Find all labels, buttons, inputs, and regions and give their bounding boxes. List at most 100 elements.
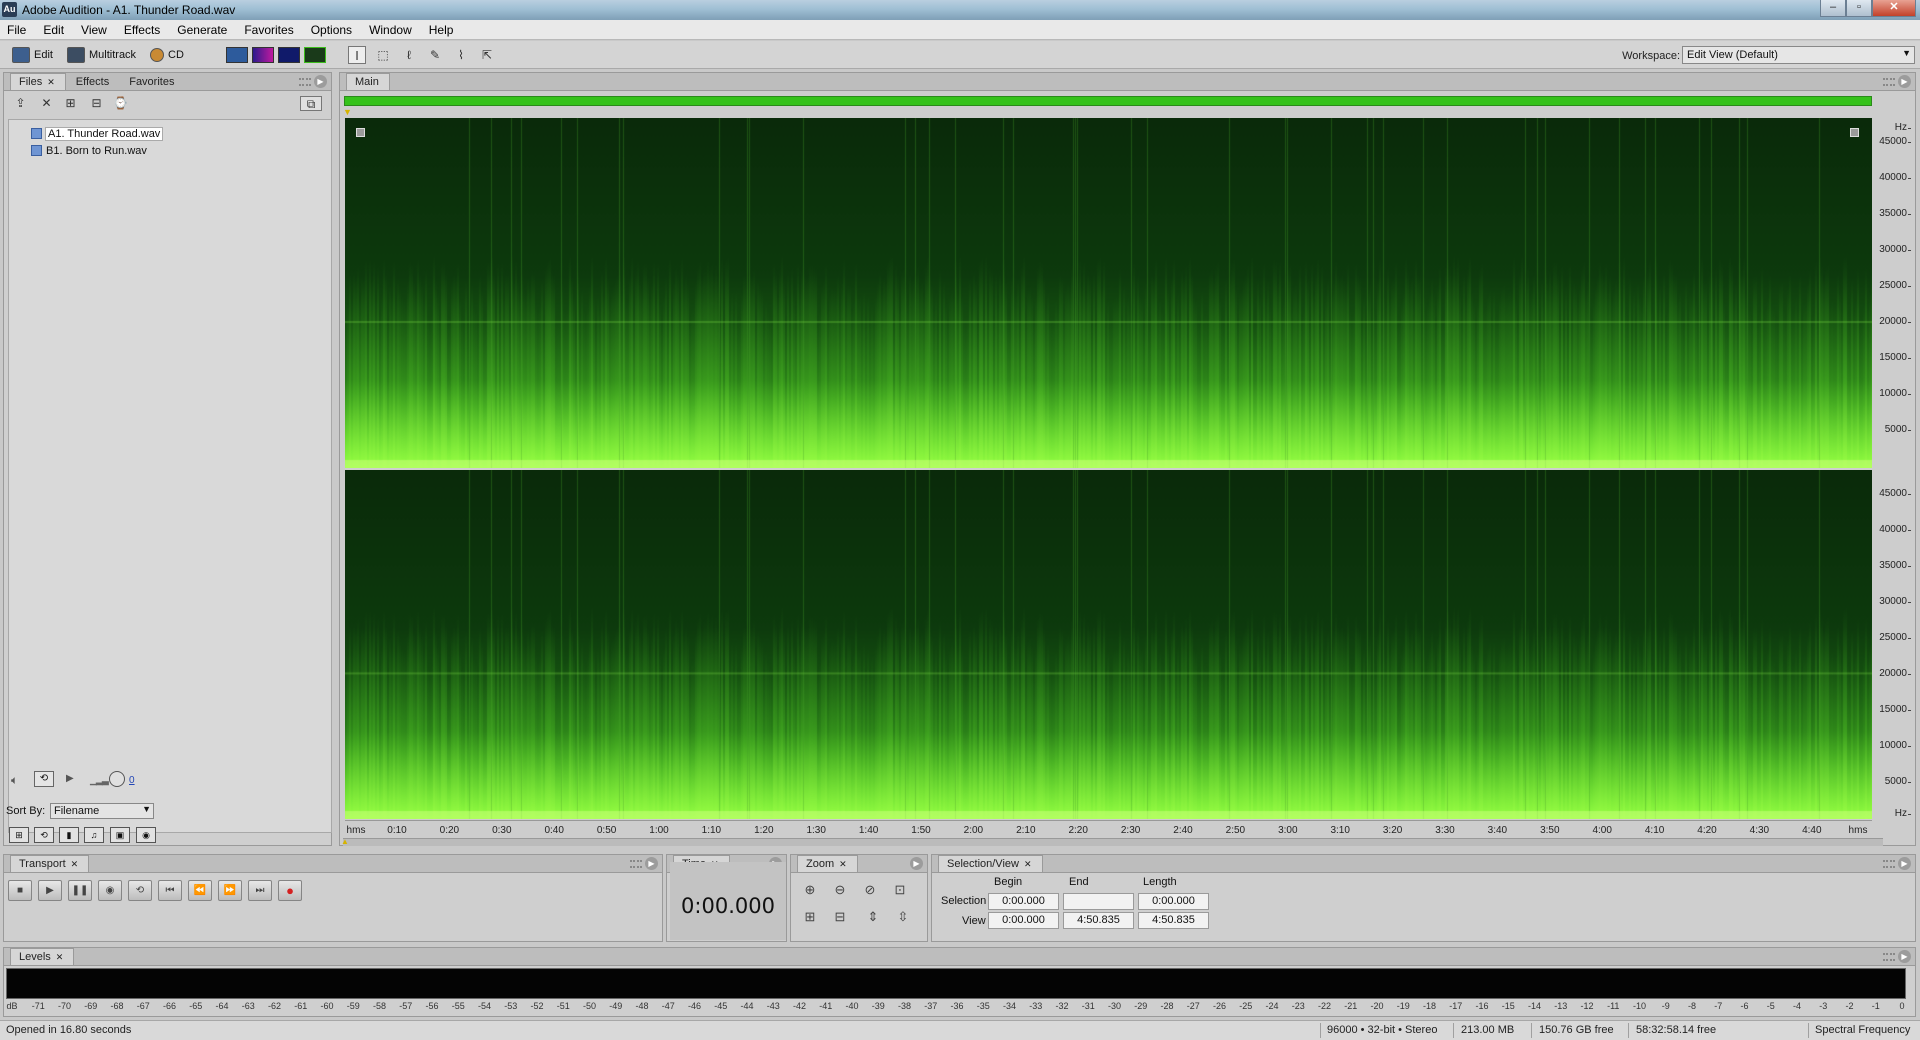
show-cd-files-icon[interactable]: ◉: [136, 827, 156, 843]
close-icon[interactable]: ✕: [47, 77, 55, 87]
panel-menu-icon[interactable]: ▶: [645, 857, 658, 870]
spectral-phase-display-button[interactable]: [304, 47, 326, 63]
panel-grip-icon[interactable]: [299, 78, 311, 86]
panel-grip-icon[interactable]: [630, 860, 642, 868]
list-item[interactable]: B1. Born to Run.wav: [31, 143, 147, 158]
selection-end-field[interactable]: [1063, 893, 1134, 910]
fast-forward-button[interactable]: ⏩: [218, 880, 242, 901]
tab-selection-view[interactable]: Selection/View ✕: [938, 855, 1043, 872]
menu-options[interactable]: Options: [311, 23, 352, 37]
panel-menu-icon[interactable]: ▶: [1898, 857, 1911, 870]
show-all-file-types-icon[interactable]: ⊞: [9, 827, 29, 843]
tab-main[interactable]: Main: [346, 73, 390, 90]
scrub-tool-icon[interactable]: ⇱: [478, 46, 496, 64]
spectral-frequency-display-button[interactable]: [252, 47, 274, 63]
selection-begin-field[interactable]: 0:00.000: [988, 893, 1059, 910]
spectral-pan-display-button[interactable]: [278, 47, 300, 63]
loop-icon[interactable]: ⟲: [34, 771, 54, 787]
close-window-button[interactable]: ✕: [1872, 0, 1916, 17]
time-selection-tool-icon[interactable]: Ⅰ: [348, 46, 366, 64]
spectrogram-canvas[interactable]: [345, 470, 1872, 819]
panel-grip-icon[interactable]: [1883, 953, 1895, 961]
play-preview-icon[interactable]: ▶: [66, 773, 74, 784]
zoom-to-left-edge-icon[interactable]: ⊞: [800, 907, 820, 927]
loop-playback-button[interactable]: ⟲: [128, 880, 152, 901]
panel-menu-icon[interactable]: ▶: [910, 857, 923, 870]
import-file-icon[interactable]: ⇪: [12, 96, 29, 111]
tab-transport[interactable]: Transport ✕: [10, 855, 90, 872]
zoom-corner-handle-icon[interactable]: [356, 128, 365, 137]
tab-favorites[interactable]: Favorites: [121, 74, 184, 90]
panel-menu-icon[interactable]: ▶: [1898, 950, 1911, 963]
close-file-icon[interactable]: ✕: [38, 96, 55, 111]
spectral-channel-right[interactable]: [345, 470, 1872, 819]
menu-favorites[interactable]: Favorites: [244, 23, 293, 37]
tab-files[interactable]: Files ✕: [10, 73, 66, 90]
waveform-display-button[interactable]: [226, 47, 248, 63]
spectral-channel-left[interactable]: [345, 118, 1872, 468]
play-button[interactable]: ▶: [38, 880, 62, 901]
menu-file[interactable]: File: [7, 23, 26, 37]
close-icon[interactable]: ✕: [1024, 859, 1032, 869]
spectrogram-canvas[interactable]: [345, 118, 1872, 468]
panel-menu-icon[interactable]: ▶: [1898, 75, 1911, 88]
show-loop-files-icon[interactable]: ⟲: [34, 827, 54, 843]
sort-by-dropdown[interactable]: Filename ▼: [50, 803, 154, 819]
selection-length-field[interactable]: 0:00.000: [1138, 893, 1209, 910]
brush-tool-icon[interactable]: ✎: [426, 46, 444, 64]
panel-grip-icon[interactable]: [1883, 860, 1895, 868]
multitrack-view-button[interactable]: Multitrack: [67, 46, 136, 64]
edit-view-button[interactable]: Edit: [12, 46, 53, 64]
menu-edit[interactable]: Edit: [43, 23, 64, 37]
spot-healing-tool-icon[interactable]: ⌇: [452, 46, 470, 64]
zoom-to-selection-icon[interactable]: ⊡: [890, 880, 910, 900]
list-item[interactable]: A1. Thunder Road.wav: [31, 126, 164, 141]
insert-into-cd-list-icon[interactable]: ⊟: [88, 96, 105, 111]
record-button[interactable]: ●: [278, 880, 302, 901]
menu-generate[interactable]: Generate: [177, 23, 227, 37]
tab-zoom[interactable]: Zoom ✕: [797, 855, 858, 872]
time-ruler[interactable]: hms 0:10 0:20 0:30 0:40 0:50 1:00 1:10 1:20 1:30 1…: [345, 820, 1872, 838]
view-length-field[interactable]: 4:50.835: [1138, 912, 1209, 929]
close-icon[interactable]: ✕: [839, 859, 847, 869]
rewind-button[interactable]: ⏪: [188, 880, 212, 901]
close-icon[interactable]: ✕: [71, 859, 79, 869]
menu-effects[interactable]: Effects: [124, 23, 160, 37]
panel-menu-icon[interactable]: ▶: [314, 75, 327, 88]
go-to-beginning-button[interactable]: ⏮: [158, 880, 182, 901]
insert-into-multitrack-icon[interactable]: ⊞: [62, 96, 79, 111]
close-icon[interactable]: ✕: [56, 952, 64, 962]
zoom-out-full-icon[interactable]: ⊘: [860, 880, 880, 900]
pause-button[interactable]: ❚❚: [68, 880, 92, 901]
overview-range-bar[interactable]: [344, 96, 1872, 106]
zoom-to-right-edge-icon[interactable]: ⊟: [830, 907, 850, 927]
zoom-out-vertical-icon[interactable]: ⇳: [893, 907, 913, 927]
zoom-out-horizontal-icon[interactable]: ⊖: [830, 880, 850, 900]
maximize-button[interactable]: ▫: [1846, 0, 1872, 17]
view-end-field[interactable]: 4:50.835: [1063, 912, 1134, 929]
show-audio-files-icon[interactable]: ▮: [59, 827, 79, 843]
lasso-tool-icon[interactable]: ℓ: [400, 46, 418, 64]
cd-view-button[interactable]: CD: [150, 46, 184, 64]
show-midi-files-icon[interactable]: ♫: [84, 827, 104, 843]
volume-knob[interactable]: [109, 771, 125, 787]
horizontal-scrollbar[interactable]: [343, 838, 1883, 846]
panel-grip-icon[interactable]: [1883, 78, 1895, 86]
menu-window[interactable]: Window: [369, 23, 412, 37]
volume-value[interactable]: 0: [129, 775, 135, 786]
show-video-files-icon[interactable]: ▣: [110, 827, 130, 843]
tab-levels[interactable]: Levels ✕: [10, 948, 75, 965]
stop-button[interactable]: ■: [8, 880, 32, 901]
zoom-in-horizontal-icon[interactable]: ⊕: [800, 880, 820, 900]
marquee-selection-tool-icon[interactable]: ⬚: [374, 46, 392, 64]
minimize-button[interactable]: –: [1820, 0, 1846, 17]
workspace-dropdown[interactable]: Edit View (Default) ▼: [1682, 46, 1915, 64]
zoom-in-vertical-icon[interactable]: ⇕: [863, 907, 883, 927]
menu-help[interactable]: Help: [429, 23, 454, 37]
go-to-end-button[interactable]: ⏭: [248, 880, 272, 901]
view-begin-field[interactable]: 0:00.000: [988, 912, 1059, 929]
speaker-icon[interactable]: 🔈︎: [11, 773, 18, 788]
show-options-icon[interactable]: ⧉: [300, 96, 322, 111]
tab-effects[interactable]: Effects: [68, 74, 119, 90]
menu-view[interactable]: View: [81, 23, 107, 37]
